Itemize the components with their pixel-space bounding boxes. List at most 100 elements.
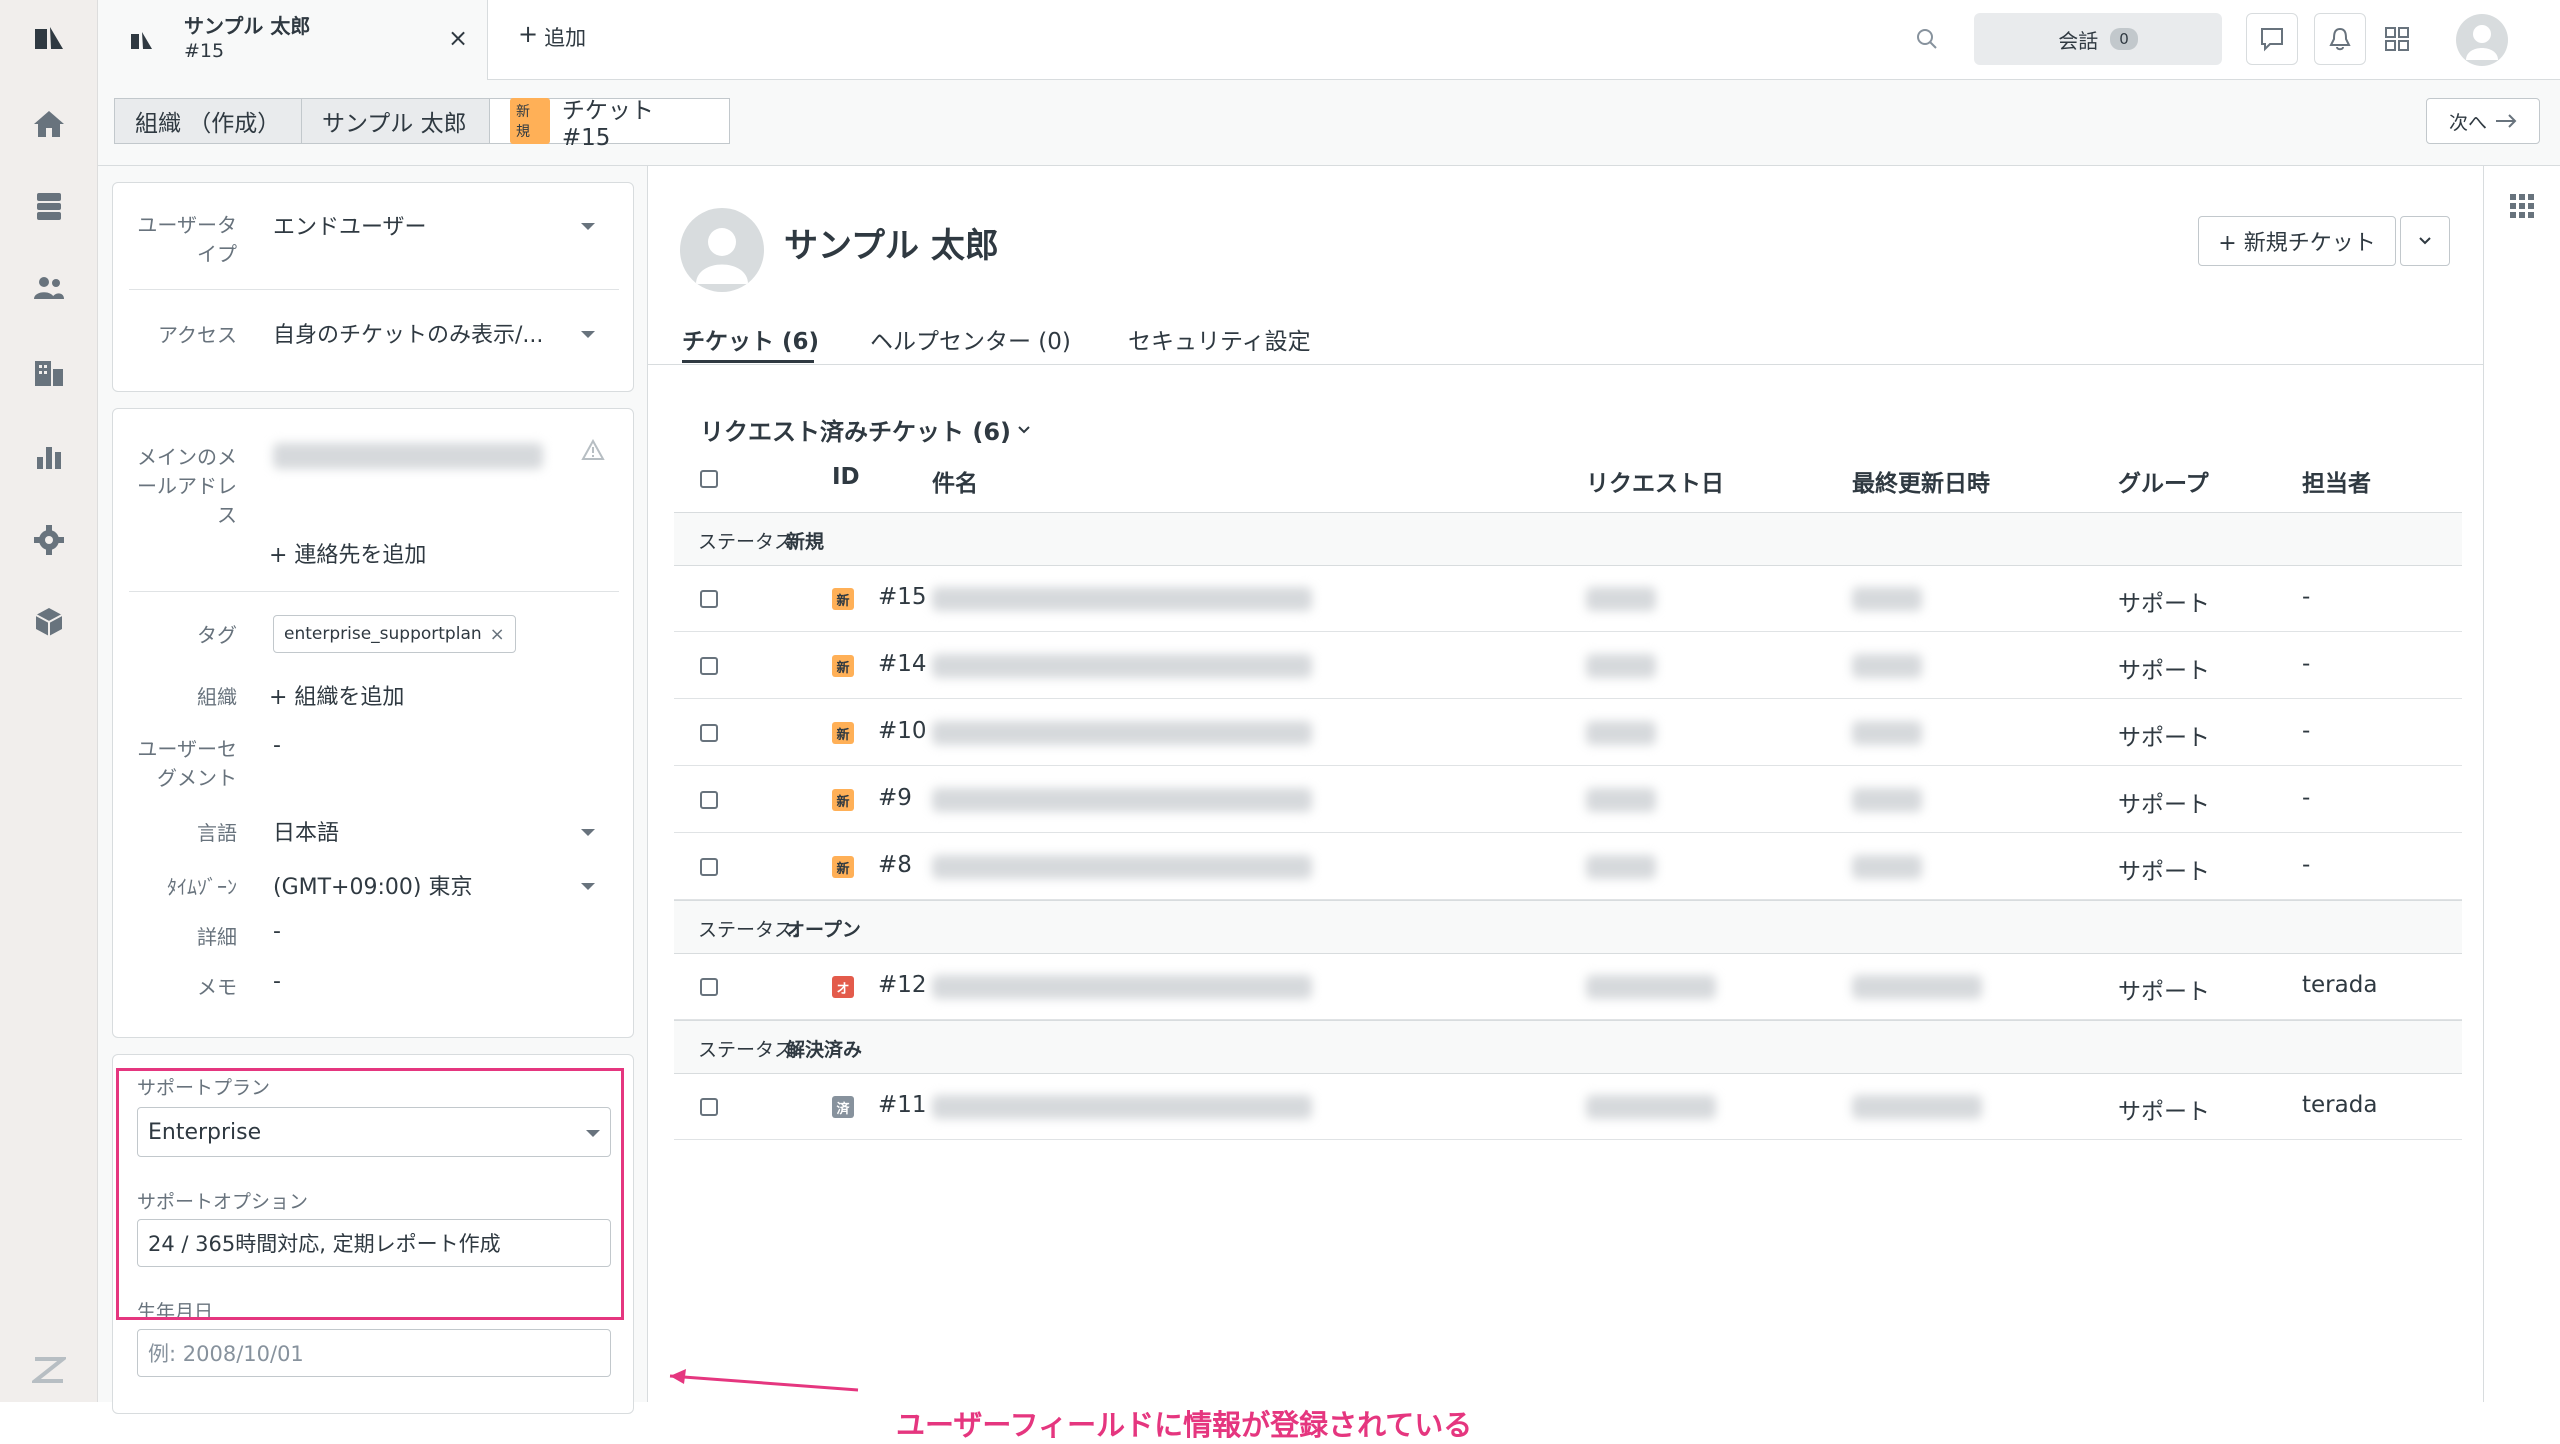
user-properties-panel: ユーザータイプ エンドユーザー アクセス 自身のチケットのみ表示/... メイン…	[98, 166, 648, 1414]
apps-box-icon[interactable]	[29, 602, 69, 642]
zendesk-logo-icon[interactable]	[29, 18, 69, 58]
admin-gear-icon[interactable]	[29, 520, 69, 560]
ticket-updated-blurred	[1852, 654, 1922, 678]
new-ticket-button[interactable]: + 新規チケット	[2198, 216, 2396, 266]
breadcrumb-ticket-label: チケット #15	[561, 98, 654, 151]
user-type-select[interactable]: エンドユーザー	[273, 209, 427, 241]
new-ticket-menu-button[interactable]	[2400, 216, 2450, 266]
ticket-updated-blurred	[1852, 587, 1922, 611]
ticket-group: サポート	[2118, 979, 2210, 1005]
reporting-icon[interactable]	[29, 436, 69, 476]
search-icon[interactable]	[1914, 26, 1940, 56]
tab-subtitle: #15	[184, 40, 225, 62]
language-select[interactable]: 日本語	[273, 815, 339, 847]
ticket-subject-blurred[interactable]	[932, 587, 1312, 611]
birthday-input[interactable]: 例: 2008/10/01	[137, 1329, 611, 1377]
birthday-placeholder: 例: 2008/10/01	[148, 1342, 304, 1366]
conversations-count: 0	[2110, 28, 2138, 50]
customers-icon[interactable]	[29, 268, 69, 308]
ticket-subject-blurred[interactable]	[932, 855, 1312, 879]
ticket-row[interactable]: 新 #15 サポート -	[674, 566, 2462, 632]
col-group[interactable]: グループ	[2118, 464, 2209, 498]
tab-security[interactable]: セキュリティ設定	[1128, 322, 1311, 356]
ticket-status-badge: オ	[832, 976, 854, 998]
arrow-right-icon	[2496, 114, 2517, 128]
ticket-row[interactable]: 新 #14 サポート -	[674, 633, 2462, 699]
ticket-row[interactable]: 済 #11 サポート terada	[674, 1074, 2462, 1140]
ticket-tab[interactable]: サンプル 太郎 #15 ×	[98, 0, 488, 80]
home-icon[interactable]	[29, 104, 69, 144]
add-tab-label: 追加	[544, 26, 587, 50]
chat-button[interactable]	[2246, 13, 2298, 65]
breadcrumb-org[interactable]: 組織 （作成）	[114, 98, 302, 144]
user-avatar[interactable]	[2456, 14, 2508, 66]
add-contact-link[interactable]: + 連絡先を追加	[269, 537, 426, 569]
col-assignee[interactable]: 担当者	[2302, 464, 2371, 498]
notifications-button[interactable]	[2314, 13, 2366, 65]
ticket-id[interactable]: #8	[878, 852, 912, 878]
breadcrumb-user[interactable]: サンプル 太郎	[302, 98, 490, 144]
ticket-id[interactable]: #14	[878, 651, 927, 677]
ticket-subject-blurred[interactable]	[932, 721, 1312, 745]
ticket-row[interactable]: 新 #10 サポート -	[674, 700, 2462, 766]
row-checkbox[interactable]	[700, 1098, 718, 1116]
tag-remove-icon[interactable]: ×	[490, 624, 505, 645]
product-grid-icon[interactable]	[2384, 26, 2410, 56]
add-org-link[interactable]: + 組織を追加	[269, 679, 404, 711]
ticket-row[interactable]: 新 #9 サポート -	[674, 767, 2462, 833]
row-checkbox[interactable]	[700, 590, 718, 608]
row-checkbox[interactable]	[700, 791, 718, 809]
annotation-text: ユーザーフィールドに情報が登録されている	[896, 1408, 1473, 1442]
row-checkbox[interactable]	[700, 657, 718, 675]
tab-help-center[interactable]: ヘルプセンター (0)	[870, 322, 1071, 356]
select-all-checkbox[interactable]	[700, 470, 718, 488]
access-select[interactable]: 自身のチケットのみ表示/...	[273, 317, 543, 349]
profile-avatar	[680, 208, 764, 292]
apps-grid-icon[interactable]	[2510, 194, 2534, 222]
requested-tickets-dropdown[interactable]: リクエスト済みチケット (6)	[700, 412, 1031, 447]
ticket-group: サポート	[2118, 792, 2210, 818]
ticket-assignee: -	[2302, 651, 2311, 677]
status-name: 解決済み	[786, 1039, 863, 1061]
col-subject[interactable]: 件名	[932, 464, 978, 498]
zendesk-footer-icon	[29, 1350, 69, 1390]
ticket-subject-blurred[interactable]	[932, 788, 1312, 812]
views-icon[interactable]	[29, 186, 69, 226]
ticket-requested-blurred	[1586, 654, 1656, 678]
notes-value[interactable]: -	[273, 969, 281, 994]
tab-close-icon[interactable]: ×	[448, 24, 468, 52]
tag-chip[interactable]: enterprise_supportplan ×	[273, 615, 516, 653]
timezone-select[interactable]: (GMT+09:00) 東京	[273, 869, 472, 901]
row-checkbox[interactable]	[700, 858, 718, 876]
access-caret-icon	[581, 331, 595, 338]
conversations-button[interactable]: 会話 0	[1974, 13, 2222, 65]
ticket-id[interactable]: #11	[878, 1092, 927, 1118]
next-button[interactable]: 次へ	[2426, 98, 2540, 144]
ticket-subject-blurred[interactable]	[932, 654, 1312, 678]
plus-icon: +	[518, 20, 539, 48]
row-checkbox[interactable]	[700, 978, 718, 996]
col-requested[interactable]: リクエスト日	[1586, 464, 1724, 498]
col-updated[interactable]: 最終更新日時	[1852, 464, 1990, 498]
ticket-id[interactable]: #10	[878, 718, 927, 744]
ticket-assignee: terada	[2302, 1092, 2378, 1118]
annotation-arrow-icon	[669, 1369, 859, 1392]
ticket-subject-blurred[interactable]	[932, 1095, 1312, 1119]
ticket-id[interactable]: #15	[878, 584, 927, 610]
add-tab-button[interactable]: + 追加	[518, 22, 586, 52]
ticket-row[interactable]: 新 #8 サポート -	[674, 834, 2462, 900]
details-value[interactable]: -	[273, 919, 281, 944]
organizations-icon[interactable]	[29, 352, 69, 392]
org-label: 組織	[197, 685, 237, 709]
ticket-status-badge: 新	[832, 789, 854, 811]
breadcrumb-ticket[interactable]: 新規 チケット #15	[490, 98, 730, 151]
tab-tickets[interactable]: チケット (6)	[682, 322, 819, 356]
chevron-down-icon	[2419, 237, 2431, 245]
ticket-id[interactable]: #9	[878, 785, 912, 811]
ticket-assignee: -	[2302, 584, 2311, 610]
row-checkbox[interactable]	[700, 724, 718, 742]
ticket-subject-blurred[interactable]	[932, 975, 1312, 999]
ticket-row[interactable]: オ #12 サポート terada	[674, 954, 2462, 1020]
ticket-id[interactable]: #12	[878, 972, 927, 998]
col-id[interactable]: ID	[832, 464, 860, 490]
